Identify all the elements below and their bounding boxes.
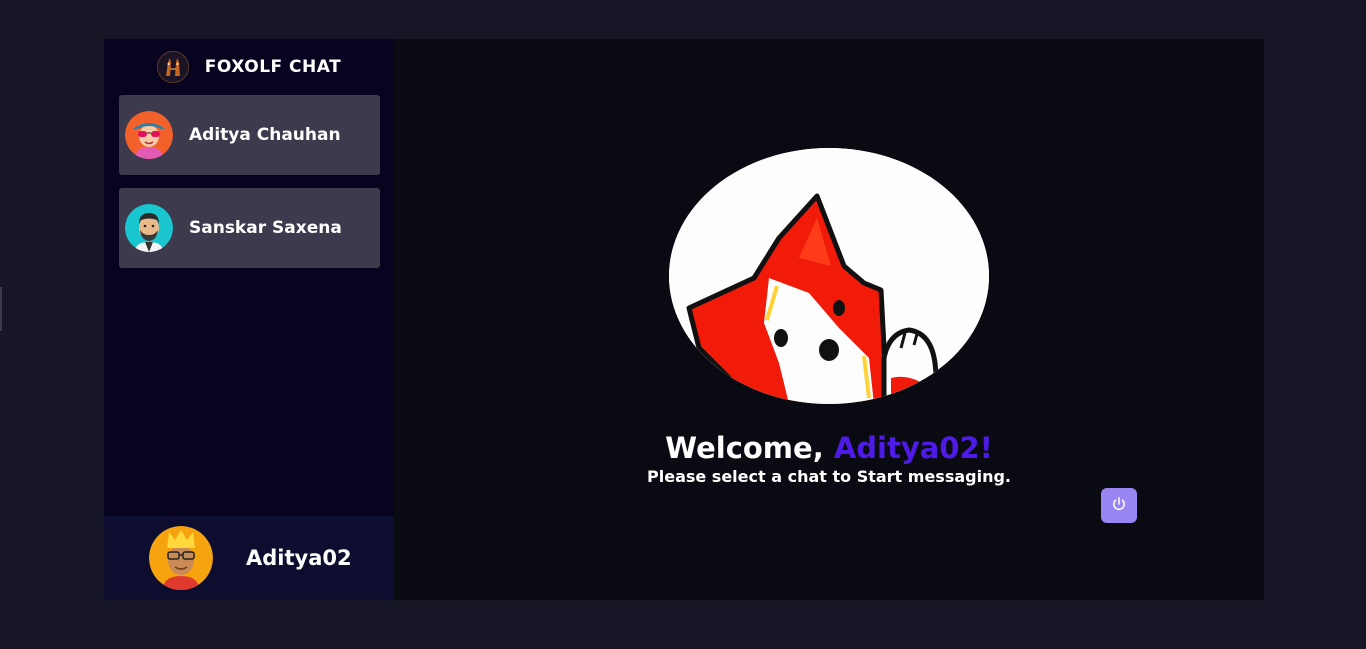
crowned-man-avatar [149,526,213,590]
welcome-panel: Welcome, Aditya02! Please select a chat … [394,39,1264,600]
power-icon [1111,496,1127,515]
sidebar: FOXOLF CHAT Aditya Chauhan Sanskar Saxen… [104,39,394,600]
contact-item-aditya-chauhan[interactable]: Aditya Chauhan [119,95,380,175]
current-username: Aditya02 [246,546,352,570]
logout-button[interactable] [1101,488,1137,523]
contact-name: Sanskar Saxena [189,218,342,238]
bearded-man-avatar [125,204,173,252]
chat-app: FOXOLF CHAT Aditya Chauhan Sanskar Saxen… [104,39,1264,600]
welcome-heading: Welcome, Aditya02! [394,431,1264,465]
welcome-subtitle: Please select a chat to Start messaging. [647,467,1011,486]
brand-header: FOXOLF CHAT [104,39,394,95]
woman-sunglasses-avatar [125,111,173,159]
foxolf-logo-icon [156,51,189,83]
contact-list: Aditya Chauhan Sanskar Saxena [104,95,394,268]
welcome-greeting: Welcome, [665,431,834,465]
contact-name: Aditya Chauhan [189,125,341,145]
fox-mascot-image [669,148,989,404]
contact-item-sanskar-saxena[interactable]: Sanskar Saxena [119,188,380,268]
app-title: FOXOLF CHAT [204,57,342,77]
welcome-username: Aditya02! [833,431,993,465]
current-user-panel: Aditya02 [104,516,394,600]
window-edge [0,287,2,331]
